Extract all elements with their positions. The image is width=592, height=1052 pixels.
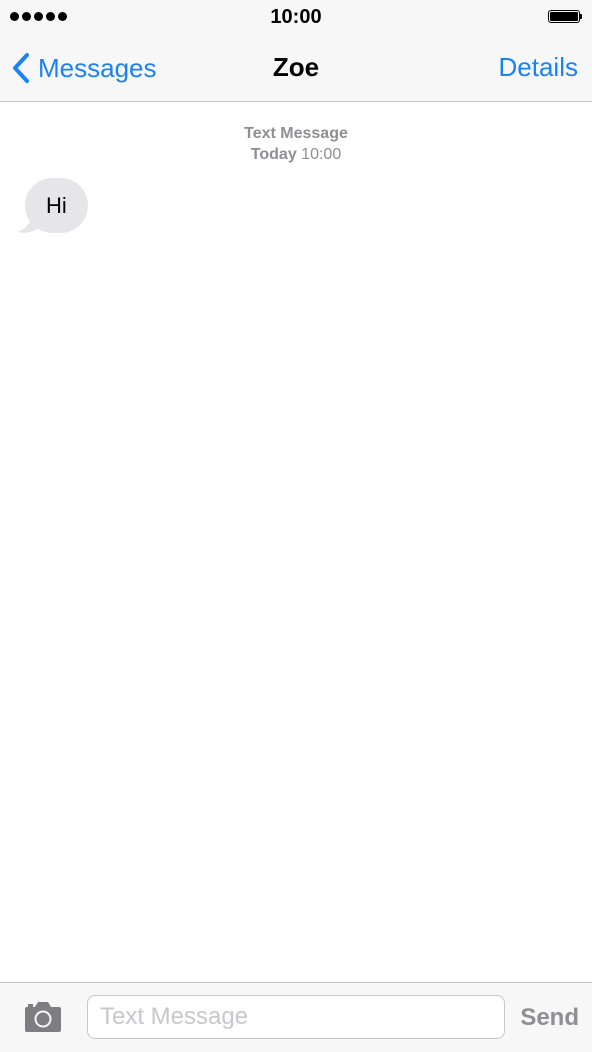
details-button[interactable]: Details bbox=[499, 52, 578, 83]
message-text: Hi bbox=[46, 192, 67, 218]
incoming-message-bubble[interactable]: Hi bbox=[25, 178, 88, 233]
timestamp-day: Today bbox=[250, 146, 297, 163]
timestamp-time: 10:00 bbox=[301, 146, 342, 163]
message-type-label: Text Message bbox=[244, 125, 348, 142]
message-thread[interactable]: Text Message Today 10:00 Hi bbox=[0, 102, 592, 982]
status-bar: 10:00 bbox=[0, 0, 592, 36]
navigation-bar: Messages Zoe Details bbox=[0, 36, 592, 102]
message-input[interactable] bbox=[87, 995, 505, 1039]
battery-full-icon bbox=[548, 10, 582, 23]
camera-icon[interactable] bbox=[23, 1001, 63, 1033]
message-timestamp: Text Message Today 10:00 bbox=[0, 123, 592, 165]
send-button[interactable]: Send bbox=[520, 1004, 579, 1032]
message-composer: Send bbox=[0, 982, 592, 1052]
status-time: 10:00 bbox=[270, 6, 322, 28]
